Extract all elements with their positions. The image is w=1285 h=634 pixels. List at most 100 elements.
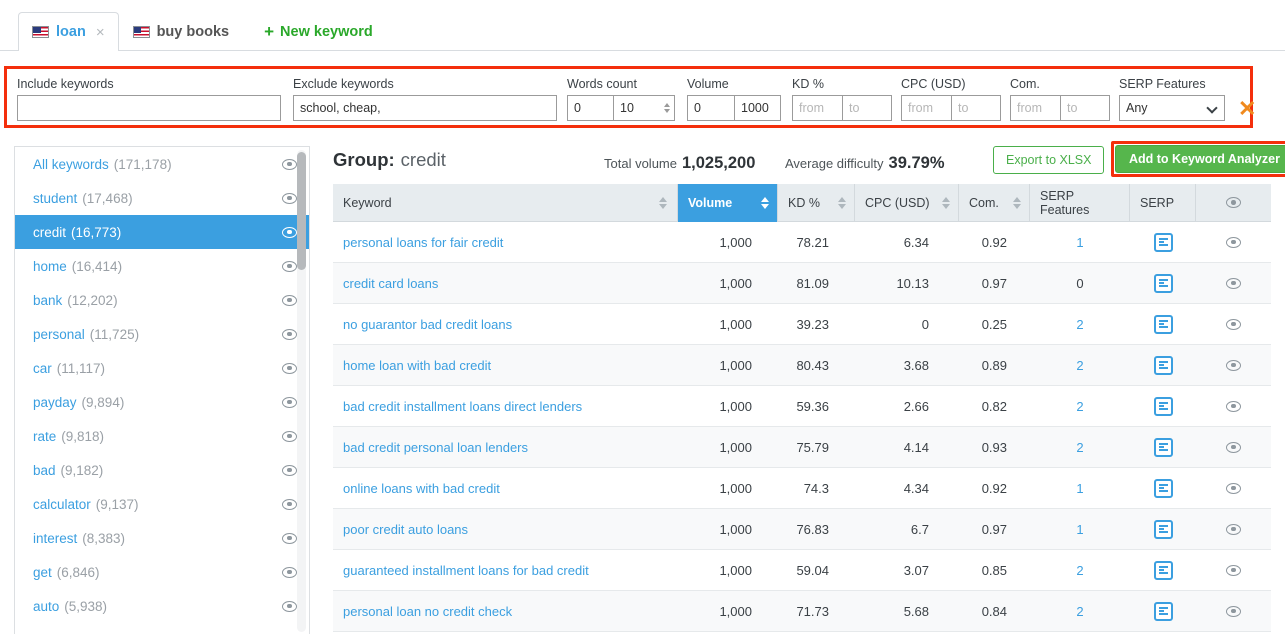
eye-icon[interactable] bbox=[282, 226, 297, 238]
sidebar-item-credit[interactable]: credit (16,773) bbox=[15, 215, 309, 249]
eye-icon[interactable] bbox=[1226, 564, 1241, 576]
sidebar-item-rate[interactable]: rate (9,818) bbox=[15, 419, 309, 453]
serp-document-icon[interactable] bbox=[1153, 478, 1173, 498]
sidebar-item-bad[interactable]: bad (9,182) bbox=[15, 453, 309, 487]
volume-to-input[interactable] bbox=[734, 95, 781, 121]
keyword-link[interactable]: home loan with bad credit bbox=[343, 358, 491, 373]
serp-document-icon[interactable] bbox=[1153, 355, 1173, 375]
eye-icon[interactable] bbox=[282, 362, 297, 374]
keyword-link[interactable]: no guarantor bad credit loans bbox=[343, 317, 512, 332]
eye-icon[interactable] bbox=[1226, 277, 1241, 289]
table-row[interactable]: bad credit personal loan lenders 1,000 75.… bbox=[333, 427, 1271, 468]
volume-from-input[interactable] bbox=[687, 95, 734, 121]
sort-icon[interactable] bbox=[761, 196, 769, 209]
words-count-stepper[interactable] bbox=[659, 95, 675, 121]
eye-icon[interactable] bbox=[282, 158, 297, 170]
eye-icon[interactable] bbox=[1226, 400, 1241, 412]
eye-icon[interactable] bbox=[282, 192, 297, 204]
serp-features-link[interactable]: 1 bbox=[1076, 481, 1083, 496]
sidebar-item-auto[interactable]: auto (5,938) bbox=[15, 589, 309, 623]
sort-icon[interactable] bbox=[942, 196, 950, 209]
sidebar-item-calculator[interactable]: calculator (9,137) bbox=[15, 487, 309, 521]
serp-features-link[interactable]: 2 bbox=[1076, 440, 1083, 455]
serp-document-icon[interactable] bbox=[1153, 273, 1173, 293]
eye-icon[interactable] bbox=[282, 532, 297, 544]
export-to-xlsx-button[interactable]: Export to XLSX bbox=[993, 146, 1105, 174]
table-row[interactable]: online loans with bad credit 1,000 74.3 4.3… bbox=[333, 468, 1271, 509]
cpc-from-input[interactable] bbox=[901, 95, 951, 121]
tab-loan[interactable]: loan × bbox=[18, 12, 119, 52]
serp-document-icon[interactable] bbox=[1153, 396, 1173, 416]
eye-icon[interactable] bbox=[1226, 318, 1241, 330]
keyword-link[interactable]: online loans with bad credit bbox=[343, 481, 500, 496]
serp-document-icon[interactable] bbox=[1153, 560, 1173, 580]
cpc-to-input[interactable] bbox=[951, 95, 1001, 121]
sidebar-scrollbar-thumb[interactable] bbox=[297, 152, 306, 270]
serp-document-icon[interactable] bbox=[1153, 232, 1173, 252]
serp-features-link[interactable]: 1 bbox=[1076, 522, 1083, 537]
serp-features-link[interactable]: 2 bbox=[1076, 317, 1083, 332]
column-header-kd[interactable]: KD % bbox=[778, 183, 855, 222]
table-row[interactable]: personal loans for fair credit 1,000 78.21… bbox=[333, 222, 1271, 263]
serp-document-icon[interactable] bbox=[1153, 437, 1173, 457]
sidebar-item-get[interactable]: get (6,846) bbox=[15, 555, 309, 589]
table-row[interactable]: personal loan no credit check 1,000 71.73 5… bbox=[333, 591, 1271, 632]
words-count-to-input[interactable] bbox=[613, 95, 659, 121]
sidebar-item-home[interactable]: home (16,414) bbox=[15, 249, 309, 283]
include-keywords-input[interactable] bbox=[17, 95, 281, 121]
serp-document-icon[interactable] bbox=[1153, 314, 1173, 334]
table-row[interactable]: home loan with bad credit 1,000 80.43 3.68 0… bbox=[333, 345, 1271, 386]
keyword-link[interactable]: guaranteed installment loans for bad cre… bbox=[343, 563, 589, 578]
serp-features-link[interactable]: 2 bbox=[1076, 563, 1083, 578]
eye-icon[interactable] bbox=[282, 430, 297, 442]
serp-features-link[interactable]: 1 bbox=[1076, 235, 1083, 250]
sidebar-item-personal[interactable]: personal (11,725) bbox=[15, 317, 309, 351]
add-to-keyword-analyzer-button[interactable]: Add to Keyword Analyzer bbox=[1115, 145, 1285, 173]
tab-buy-books[interactable]: buy books bbox=[119, 12, 244, 51]
keyword-link[interactable]: bad credit installment loans direct lend… bbox=[343, 399, 582, 414]
sort-icon[interactable] bbox=[838, 196, 846, 209]
eye-icon[interactable] bbox=[282, 600, 297, 612]
eye-icon[interactable] bbox=[282, 328, 297, 340]
sidebar-scrollbar-track[interactable] bbox=[297, 150, 306, 632]
table-row[interactable]: guaranteed installment loans for bad cre… bbox=[333, 550, 1271, 591]
eye-icon[interactable] bbox=[1226, 359, 1241, 371]
words-count-from-input[interactable] bbox=[567, 95, 613, 121]
column-header-keyword[interactable]: Keyword bbox=[333, 183, 678, 222]
eye-icon[interactable] bbox=[282, 396, 297, 408]
table-row[interactable]: no guarantor bad credit loans 1,000 39.23 0… bbox=[333, 304, 1271, 345]
eye-icon[interactable] bbox=[282, 294, 297, 306]
keyword-link[interactable]: bad credit personal loan lenders bbox=[343, 440, 528, 455]
sidebar-item-car[interactable]: car (11,117) bbox=[15, 351, 309, 385]
serp-features-link[interactable]: 2 bbox=[1076, 604, 1083, 619]
sort-icon[interactable] bbox=[1013, 196, 1021, 209]
keyword-link[interactable]: credit card loans bbox=[343, 276, 438, 291]
eye-icon[interactable] bbox=[1226, 441, 1241, 453]
sidebar-item-student[interactable]: student (17,468) bbox=[15, 181, 309, 215]
keyword-link[interactable]: personal loan no credit check bbox=[343, 604, 512, 619]
table-row[interactable]: bad credit installment loans direct lend… bbox=[333, 386, 1271, 427]
kd-from-input[interactable] bbox=[792, 95, 842, 121]
serp-document-icon[interactable] bbox=[1153, 601, 1173, 621]
com-from-input[interactable] bbox=[1010, 95, 1060, 121]
column-header-visibility[interactable] bbox=[1196, 184, 1271, 222]
keyword-link[interactable]: poor credit auto loans bbox=[343, 522, 468, 537]
eye-icon[interactable] bbox=[282, 498, 297, 510]
eye-icon[interactable] bbox=[1226, 482, 1241, 494]
table-row[interactable]: credit card loans 1,000 81.09 10.13 0.97 0 bbox=[333, 263, 1271, 304]
clear-filters-button[interactable]: ✕ bbox=[1238, 98, 1256, 120]
serp-features-select[interactable]: Any bbox=[1119, 95, 1225, 121]
sidebar-item-bank[interactable]: bank (12,202) bbox=[15, 283, 309, 317]
keyword-link[interactable]: personal loans for fair credit bbox=[343, 235, 503, 250]
com-to-input[interactable] bbox=[1060, 95, 1110, 121]
sidebar-item-interest[interactable]: interest (8,383) bbox=[15, 521, 309, 555]
eye-icon[interactable] bbox=[1226, 605, 1241, 617]
eye-icon[interactable] bbox=[1226, 197, 1241, 208]
close-icon[interactable]: × bbox=[96, 25, 105, 40]
sort-icon[interactable] bbox=[659, 196, 667, 209]
column-header-com[interactable]: Com. bbox=[959, 183, 1030, 222]
kd-to-input[interactable] bbox=[842, 95, 892, 121]
exclude-keywords-input[interactable] bbox=[293, 95, 557, 121]
table-row[interactable]: poor credit auto loans 1,000 76.83 6.7 0.97 1 bbox=[333, 509, 1271, 550]
serp-features-link[interactable]: 2 bbox=[1076, 358, 1083, 373]
